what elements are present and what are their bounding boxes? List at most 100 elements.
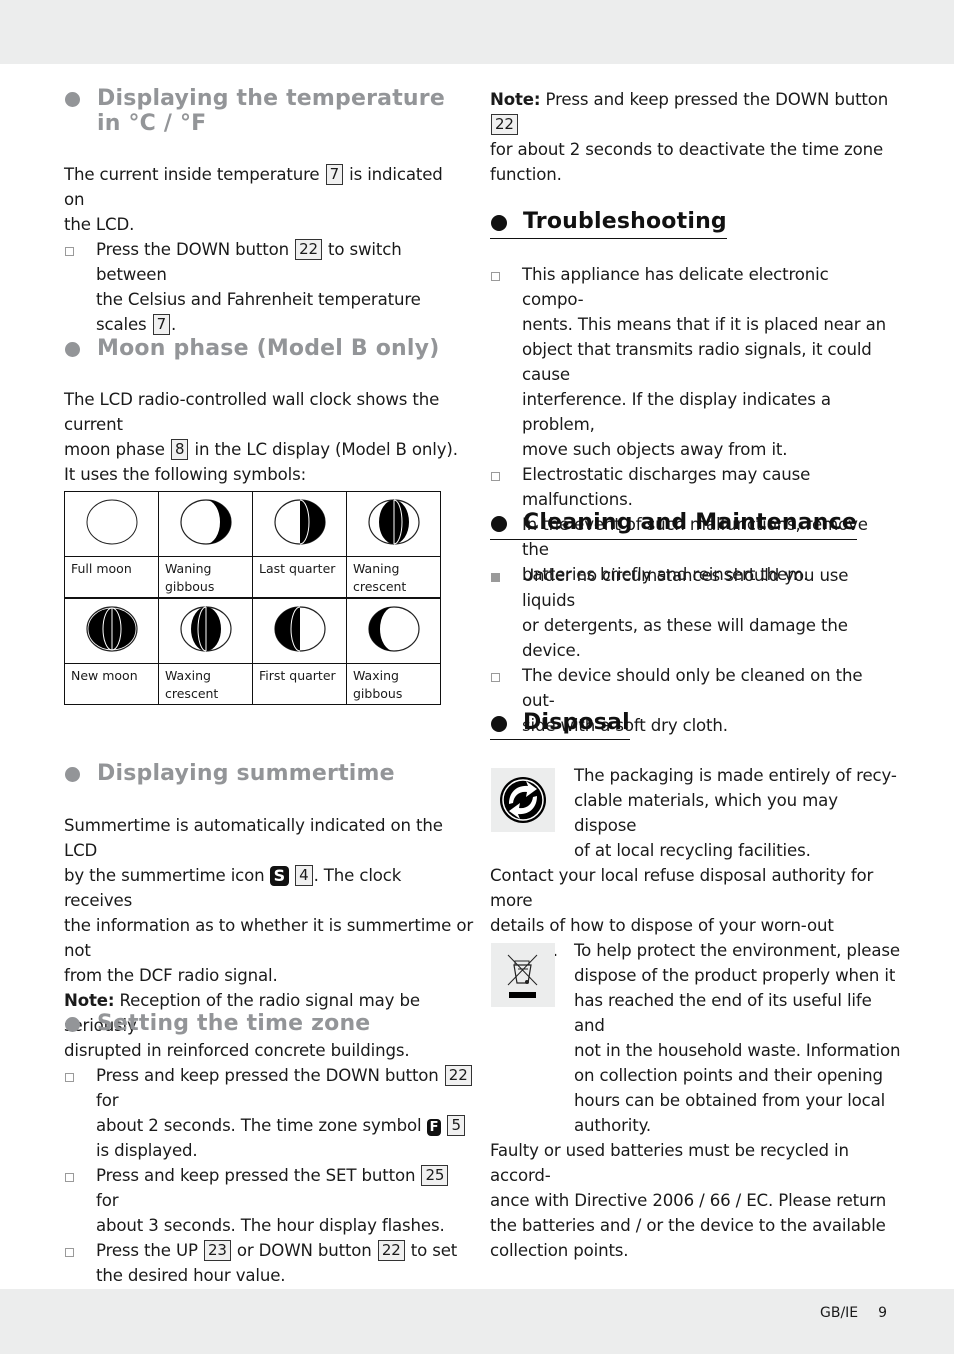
waxing-gibbous-icon xyxy=(367,605,420,652)
text: Press and keep pressed the DOWN button xyxy=(540,90,889,109)
text: for about 2 seconds to deactivate the ti… xyxy=(490,140,884,159)
bullet-dot-icon xyxy=(65,342,80,357)
bullet-dot-icon xyxy=(491,716,507,732)
checkbox-bullet-icon xyxy=(65,247,74,256)
text: gibbous xyxy=(353,685,403,701)
checkbox-bullet-icon xyxy=(491,673,500,682)
moon-intro: The LCD radio-controlled wall clock show… xyxy=(64,387,474,487)
bullet-dot-icon xyxy=(65,767,80,782)
filled-square-bullet-icon xyxy=(491,573,500,582)
moon-cell xyxy=(346,596,441,664)
text: Under no circumstances should you use li… xyxy=(522,566,849,610)
text: the desired hour value. xyxy=(96,1266,286,1285)
page-footer: GB/IE 9 xyxy=(820,1305,887,1321)
text: for xyxy=(96,1091,119,1110)
note-label: Note: xyxy=(64,991,115,1010)
text: Waning xyxy=(165,561,212,576)
text: to set xyxy=(410,1241,458,1260)
heading-line: in °C / °F xyxy=(97,111,207,136)
text: function. xyxy=(490,165,562,184)
moon-label: Full moon xyxy=(64,556,159,598)
moon-label: Last quarter xyxy=(252,556,347,598)
moon-cell xyxy=(64,491,159,557)
text: about 3 seconds. The hour display flashe… xyxy=(96,1216,445,1235)
weee-text: To help protect the environment, please … xyxy=(574,938,904,1138)
text: on collection points and their opening xyxy=(574,1066,883,1085)
list-item: Under no circumstances should you use li… xyxy=(490,563,892,663)
text: from the DCF radio signal. xyxy=(64,966,278,985)
text: is displayed. xyxy=(96,1141,198,1160)
text: by the summertime icon xyxy=(64,866,265,885)
text: in the LC display (Model B only). xyxy=(194,440,458,459)
text: Press the UP xyxy=(96,1241,198,1260)
text: ance with Directive 2006 / 66 / EC. Plea… xyxy=(490,1191,887,1210)
packaging-text: The packaging is made entirely of recy- … xyxy=(574,763,904,863)
moon-label-row: Full moon Waning gibbous Last quarter Wan… xyxy=(64,556,441,598)
waning-crescent-icon xyxy=(367,499,420,545)
list-item: This appliance has delicate electronic c… xyxy=(490,262,892,462)
text: the Celsius and Fahrenheit temperature s… xyxy=(96,290,421,334)
text: The device should only be cleaned on the… xyxy=(522,666,863,710)
heading-cleaning-maintenance: Cleaning and Maintenance xyxy=(490,509,857,540)
text: Faulty or used batteries must be recycle… xyxy=(490,1141,849,1185)
text: Last quarter xyxy=(259,561,336,576)
text: gibbous xyxy=(165,579,215,594)
heading-troubleshooting: Troubleshooting xyxy=(490,208,727,239)
list-item: Press the UP 23 or DOWN button 22 to set… xyxy=(64,1238,474,1288)
moon-label-row: New moon Waxing crescent First quarter Wa… xyxy=(64,662,441,705)
list-item: Press and keep pressed the SET button 25… xyxy=(64,1163,474,1238)
bullet-dot-icon xyxy=(65,1017,80,1032)
language-code: GB/IE xyxy=(820,1305,859,1321)
text: interference. If the display indicates a… xyxy=(522,390,831,434)
reference-number: 23 xyxy=(203,1240,231,1261)
text: Press and keep pressed the DOWN button xyxy=(96,1066,439,1085)
text: dispose of the product properly when it xyxy=(574,966,896,985)
full-moon-icon xyxy=(86,499,137,545)
text: Press and keep pressed the SET button xyxy=(96,1166,416,1185)
moon-cell xyxy=(252,596,347,664)
page-number: 9 xyxy=(878,1305,888,1321)
text: The LCD radio-controlled wall clock show… xyxy=(64,390,440,434)
text: or DOWN button xyxy=(236,1241,372,1260)
reference-number: 25 xyxy=(421,1165,449,1186)
text: disrupted in reinforced concrete buildin… xyxy=(64,1041,410,1060)
text: moon phase xyxy=(64,440,165,459)
heading-temperature: Displaying the temperature in °C / °F xyxy=(64,86,445,136)
bullet-dot-icon xyxy=(491,516,507,532)
heading-time-zone: Setting the time zone xyxy=(64,1011,370,1036)
summertime-s-icon: S xyxy=(269,866,290,886)
text: Electrostatic discharges may cause malfu… xyxy=(522,465,811,509)
reference-number: 5 xyxy=(447,1115,465,1136)
waning-gibbous-icon xyxy=(179,499,232,545)
moon-cell xyxy=(346,491,441,557)
heading-summertime: Displaying summertime xyxy=(64,761,395,786)
text: the batteries and / or the device to the… xyxy=(490,1216,886,1235)
text: or detergents, as these will damage the … xyxy=(522,616,848,660)
moon-label: New moon xyxy=(64,662,159,705)
text: To help protect the environment, please xyxy=(574,941,900,960)
text: the information as to whether it is summ… xyxy=(64,916,474,960)
bullet-dot-icon xyxy=(491,215,507,231)
text: crescent xyxy=(165,685,219,701)
text: Waxing xyxy=(353,667,399,683)
moon-icon-row xyxy=(64,596,441,664)
moon-cell xyxy=(252,491,347,557)
text: object that transmits radio signals, it … xyxy=(522,340,872,384)
moon-icon-row xyxy=(64,491,441,557)
text: Full moon xyxy=(71,561,132,576)
time-zone-f-icon: F xyxy=(426,1119,442,1136)
moon-label: Waxing crescent xyxy=(158,662,253,705)
text: Press the DOWN button xyxy=(96,240,289,259)
text: has reached the end of its useful life a… xyxy=(574,991,872,1035)
reference-number: 8 xyxy=(170,439,189,460)
text: not in the household waste. Information xyxy=(574,1041,901,1060)
new-moon-icon xyxy=(85,605,138,652)
text: This appliance has delicate electronic c… xyxy=(522,265,829,309)
checkbox-bullet-icon xyxy=(491,272,500,281)
text: It uses the following symbols: xyxy=(64,465,307,484)
text: for xyxy=(96,1191,119,1210)
bullet-dot-icon xyxy=(65,92,80,107)
text: collection points. xyxy=(490,1241,629,1260)
heading-moon-phase: Moon phase (Model B only) xyxy=(64,336,439,361)
reference-number: 7 xyxy=(152,314,171,335)
